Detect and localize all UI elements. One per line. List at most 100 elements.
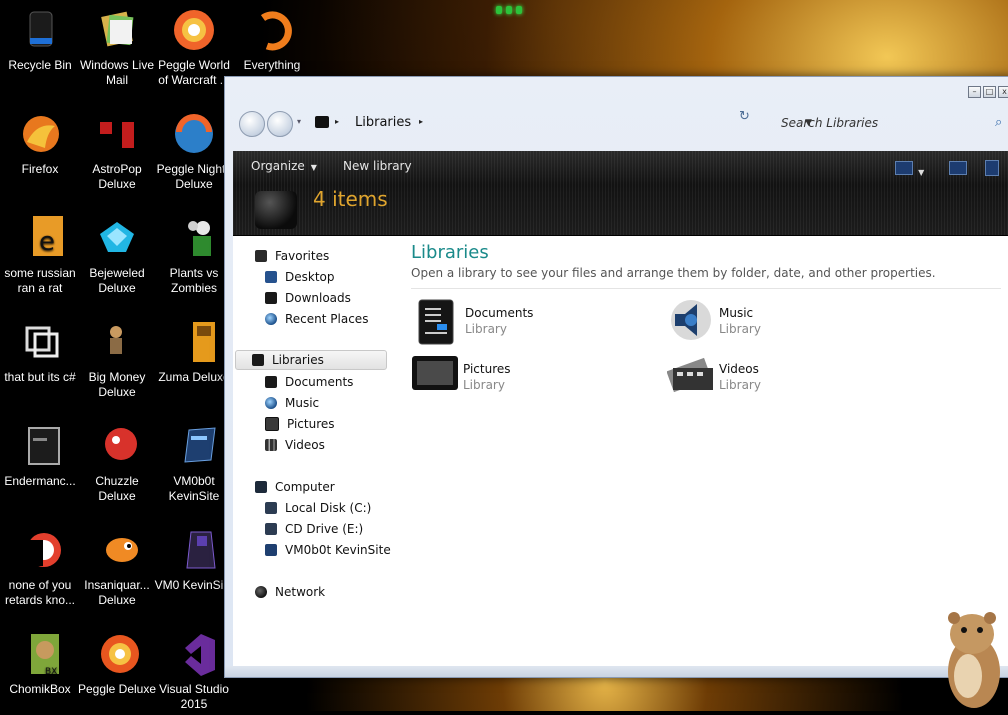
- desktop-icon-none-of-you[interactable]: none of you retards kno...: [0, 528, 80, 608]
- desktop-icon-big-money[interactable]: Big Money Deluxe: [77, 320, 157, 400]
- pictures-icon: [265, 417, 279, 431]
- nav-computer[interactable]: Computer: [255, 477, 335, 497]
- forward-button[interactable]: [267, 111, 293, 137]
- rat-icon: e: [17, 216, 63, 262]
- recent-pages-dropdown[interactable]: ▾: [297, 117, 301, 126]
- page-title: Libraries: [411, 242, 489, 263]
- nav-local-disk[interactable]: Local Disk (C:): [265, 498, 371, 518]
- favorites-star-icon: [255, 250, 267, 262]
- nav-label: Videos: [285, 438, 325, 452]
- desktop-icon-label: Chuzzle Deluxe: [95, 474, 139, 503]
- nav-desktop[interactable]: Desktop: [265, 267, 335, 287]
- desktop-icon-zuma[interactable]: Zuma Deluxe: [154, 320, 234, 385]
- desktop-icon-astropop[interactable]: AstroPop Deluxe: [77, 112, 157, 192]
- desktop-icon-firefox[interactable]: Firefox: [0, 112, 80, 177]
- refresh-icon[interactable]: ↻: [739, 109, 750, 124]
- desktop-icon-peggle-nights[interactable]: Peggle Nights Deluxe: [154, 112, 234, 192]
- nav-libraries[interactable]: Libraries: [235, 350, 387, 370]
- nav-label: Favorites: [275, 249, 330, 263]
- nav-documents[interactable]: Documents: [265, 372, 353, 392]
- desktop-icon-peggle-deluxe[interactable]: Peggle Deluxe: [77, 632, 157, 697]
- breadcrumb-libraries[interactable]: Libraries: [355, 115, 411, 130]
- organize-button[interactable]: Organize ▼: [251, 159, 317, 173]
- search-input[interactable]: Search Libraries ⌕: [773, 111, 1008, 135]
- address-row: ▾ ▸ Libraries ▸ ▼ ↻ Search Libraries ⌕: [225, 105, 1008, 139]
- divider: [411, 288, 1001, 289]
- search-icon[interactable]: ⌕: [995, 115, 1002, 130]
- vm-icon: [171, 424, 217, 470]
- libraries-icon: [252, 354, 264, 366]
- nav-recent-places[interactable]: Recent Places: [265, 309, 368, 329]
- desktop-icon-label: Bejeweled Deluxe: [89, 266, 145, 295]
- desktop-icon-endermanc[interactable]: Endermanc...: [0, 424, 80, 489]
- library-tile-videos[interactable]: Videos Library: [666, 354, 897, 402]
- hamster-gadget[interactable]: [938, 606, 1008, 711]
- command-bar: Organize ▼ New library ▼ 4 items: [233, 151, 1008, 236]
- desktop-icon-russian-rat[interactable]: e some russian ran a rat: [0, 216, 80, 296]
- desktop-icon-label: Peggle Deluxe: [77, 682, 157, 696]
- desktop-icon-visual-studio[interactable]: Visual Studio 2015: [154, 632, 234, 712]
- library-tile-documents[interactable]: Documents Library: [413, 298, 643, 346]
- firefox-icon: [17, 112, 63, 158]
- chuzzle-icon: [94, 424, 140, 470]
- desktop-icon-that-but-c[interactable]: that but its c#: [0, 320, 80, 385]
- desktop-icon-chomikbox[interactable]: BX ChomikBox: [0, 632, 80, 697]
- nav-label: Recent Places: [285, 312, 369, 326]
- desktop-icon-windows-live-mail[interactable]: Windows Live Mail: [77, 8, 157, 88]
- desktop-icon-chuzzle[interactable]: Chuzzle Deluxe: [77, 424, 157, 504]
- help-button[interactable]: [985, 160, 999, 176]
- preview-pane-button[interactable]: [949, 160, 967, 175]
- desktop-icon-recycle-bin[interactable]: Recycle Bin: [0, 8, 80, 73]
- close-button[interactable]: x: [998, 86, 1008, 98]
- desktop-icon-bejeweled[interactable]: Bejeweled Deluxe: [77, 216, 157, 296]
- plants-icon: [171, 216, 217, 262]
- network-icon: [255, 586, 267, 598]
- enderman-icon: [17, 424, 63, 470]
- maximize-button[interactable]: □: [983, 86, 996, 98]
- network-drive-icon: [265, 544, 277, 556]
- desktop-icon-peggle-wow[interactable]: Peggle World of Warcraft ...: [154, 8, 234, 88]
- new-library-button[interactable]: New library: [343, 159, 412, 173]
- desktop-icon-plants-vs-zombies[interactable]: Plants vs Zombies: [154, 216, 234, 296]
- breadcrumb-separator[interactable]: ▸: [335, 117, 339, 126]
- nav-music[interactable]: Music: [265, 393, 319, 413]
- desktop-icon-vm0b0t[interactable]: VM0b0t KevinSite: [154, 424, 234, 504]
- nav-network[interactable]: Network: [255, 582, 325, 602]
- everything-icon: [249, 8, 295, 54]
- address-bar[interactable]: ▸ Libraries ▸ ▼: [307, 111, 812, 135]
- help-icon: [985, 160, 999, 176]
- back-button[interactable]: [239, 111, 265, 137]
- peggle-icon: [171, 8, 217, 54]
- minimize-button[interactable]: –: [968, 86, 981, 98]
- nav-downloads[interactable]: Downloads: [265, 288, 351, 308]
- nav-pictures[interactable]: Pictures: [265, 414, 335, 434]
- nav-label: Pictures: [287, 417, 335, 431]
- desktop-icon-label: VM0b0t KevinSite: [168, 474, 220, 503]
- breadcrumb-separator[interactable]: ▸: [419, 117, 423, 126]
- library-tile-pictures[interactable]: Pictures Library: [411, 354, 641, 402]
- insaniquarium-icon: [94, 528, 140, 574]
- shortcut-icon: [17, 528, 63, 574]
- shortcut-icon: [17, 320, 63, 366]
- visual-studio-icon: [171, 632, 217, 678]
- chevron-down-icon: ▼: [310, 163, 317, 172]
- desktop-icon-label: Recycle Bin: [8, 58, 72, 72]
- library-type: Library: [463, 378, 505, 392]
- nav-label: VM0b0t KevinSite: [285, 543, 391, 557]
- nav-label: Network: [275, 585, 326, 599]
- nav-favorites[interactable]: Favorites: [255, 246, 329, 266]
- desktop-icon-insaniquarium[interactable]: Insaniquar... Deluxe: [77, 528, 157, 608]
- window-controls: – □ x: [968, 86, 1008, 98]
- navigation-pane: Favorites Desktop Downloads Recent Place…: [233, 236, 393, 666]
- explorer-window[interactable]: – □ x ▾ ▸ Libraries ▸ ▼ ↻ Search Librari…: [224, 76, 1008, 678]
- change-view-button[interactable]: ▼: [895, 160, 924, 177]
- nav-videos[interactable]: Videos: [265, 435, 325, 455]
- library-tile-music[interactable]: Music Library: [667, 298, 897, 346]
- nav-label: CD Drive (E:): [285, 522, 364, 536]
- desktop-icon-everything[interactable]: Everything: [232, 8, 312, 73]
- nav-cd-drive[interactable]: CD Drive (E:): [265, 519, 363, 539]
- nav-vm-kevinsite[interactable]: VM0b0t KevinSite: [265, 540, 391, 560]
- nav-label: Documents: [285, 375, 354, 389]
- nav-label: Music: [285, 396, 320, 410]
- desktop-icon-vm0-kevinsite[interactable]: VM0 KevinSi...: [154, 528, 234, 593]
